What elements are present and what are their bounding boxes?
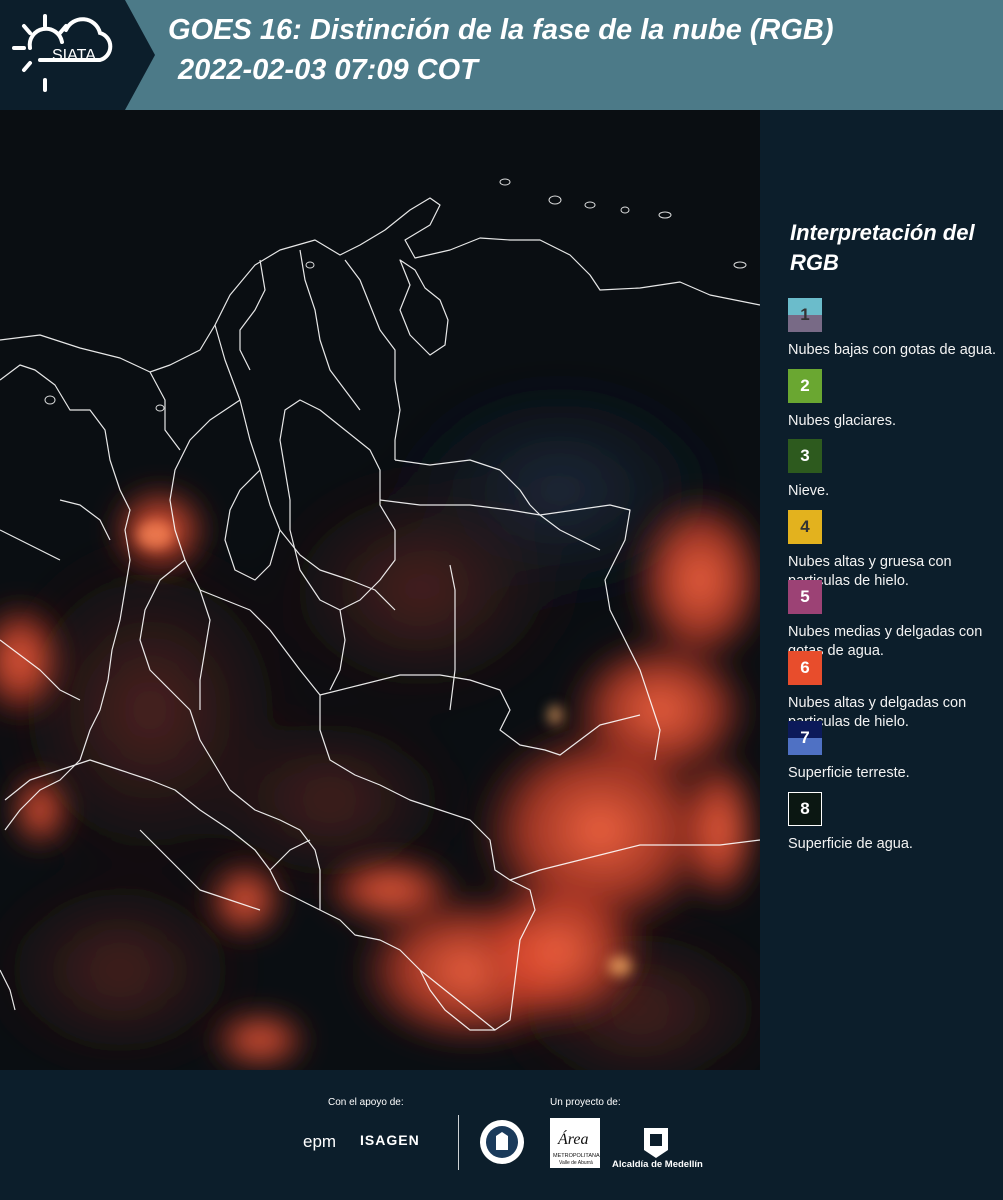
legend-item: 2 Nubes glaciares. — [788, 368, 998, 431]
legend-number: 3 — [800, 446, 810, 465]
satellite-rgb-image — [0, 110, 760, 1070]
legend-number: 6 — [800, 657, 810, 677]
legend-item: 3 Nieve. — [788, 439, 998, 501]
legend-number: 4 — [800, 516, 810, 536]
header-bar: SIATA GOES 16: Distinción de la fase de … — [0, 0, 1003, 110]
legend-item: 5 Nubes medias y delgadas con gotas de ag… — [788, 580, 998, 661]
legend-swatch: 6 — [788, 650, 822, 685]
legend-item: 7 Superficie terreste. — [788, 721, 998, 783]
legend-swatch: 1 — [788, 298, 822, 332]
legend-label: Nieve. — [788, 483, 830, 499]
legend-number: 8 — [800, 798, 810, 818]
svg-text:METROPOLITANA: METROPOLITANA — [553, 1153, 600, 1159]
legend-item: 8 Superficie de agua. — [788, 791, 998, 854]
legend-item: 6 Nubes altas y delgadas con particulas d… — [788, 650, 998, 732]
area-metropolitana-logo: Área METROPOLITANA Valle de Aburrá — [550, 1118, 600, 1168]
legend-number: 5 — [800, 587, 810, 606]
alcaldia-label: Alcaldía de Medellín — [612, 1159, 703, 1170]
legend-number: 1 — [800, 305, 810, 324]
legend-title: Interpretación del RGB — [790, 220, 975, 275]
project-label: Un proyecto de: — [550, 1097, 621, 1108]
legend-swatch: 3 — [788, 439, 822, 473]
support-label: Con el apoyo de: — [328, 1097, 404, 1108]
legend-item: 4 Nubes altas y gruesa con particulas de … — [788, 509, 998, 591]
legend-swatch: 8 — [788, 791, 822, 826]
legend-label: Superficie de agua. — [788, 835, 913, 852]
svg-text:Área: Área — [557, 1129, 589, 1148]
legend-panel: Interpretación del RGB 1 Nubes bajas con … — [760, 110, 1003, 1070]
svg-text:SIATA: SIATA — [52, 47, 96, 64]
legend-label: Superficie terreste. — [788, 765, 910, 781]
satellite-map — [0, 110, 760, 1070]
legend-swatch: 7 — [788, 721, 822, 755]
legend-label: Nubes bajas con gotas de agua. — [788, 342, 996, 358]
legend-number: 2 — [800, 375, 810, 395]
legend-swatch: 2 — [788, 368, 822, 403]
legend-swatch: 4 — [788, 509, 822, 544]
isagen-logo: ISAGEN — [360, 1132, 420, 1148]
footer-bar: Con el apoyo de: Un proyecto de: epm ISA… — [0, 1070, 1003, 1200]
page-title: GOES 16: Distinción de la fase de la nub… — [168, 14, 834, 46]
legend-swatch: 5 — [788, 580, 822, 614]
epm-logo: epm — [303, 1132, 337, 1151]
legend-number: 7 — [800, 728, 810, 747]
legend-item: 1 Nubes bajas con gotas de agua. — [788, 298, 998, 360]
legend-label: Nubes glaciares. — [788, 412, 896, 429]
svg-text:Valle de Aburrá: Valle de Aburrá — [559, 1160, 593, 1166]
seal-logo — [480, 1120, 524, 1164]
page-timestamp: 2022-02-03 07:09 COT — [178, 54, 478, 86]
siata-logo: SIATA — [0, 0, 155, 110]
footer-divider — [458, 1115, 459, 1170]
